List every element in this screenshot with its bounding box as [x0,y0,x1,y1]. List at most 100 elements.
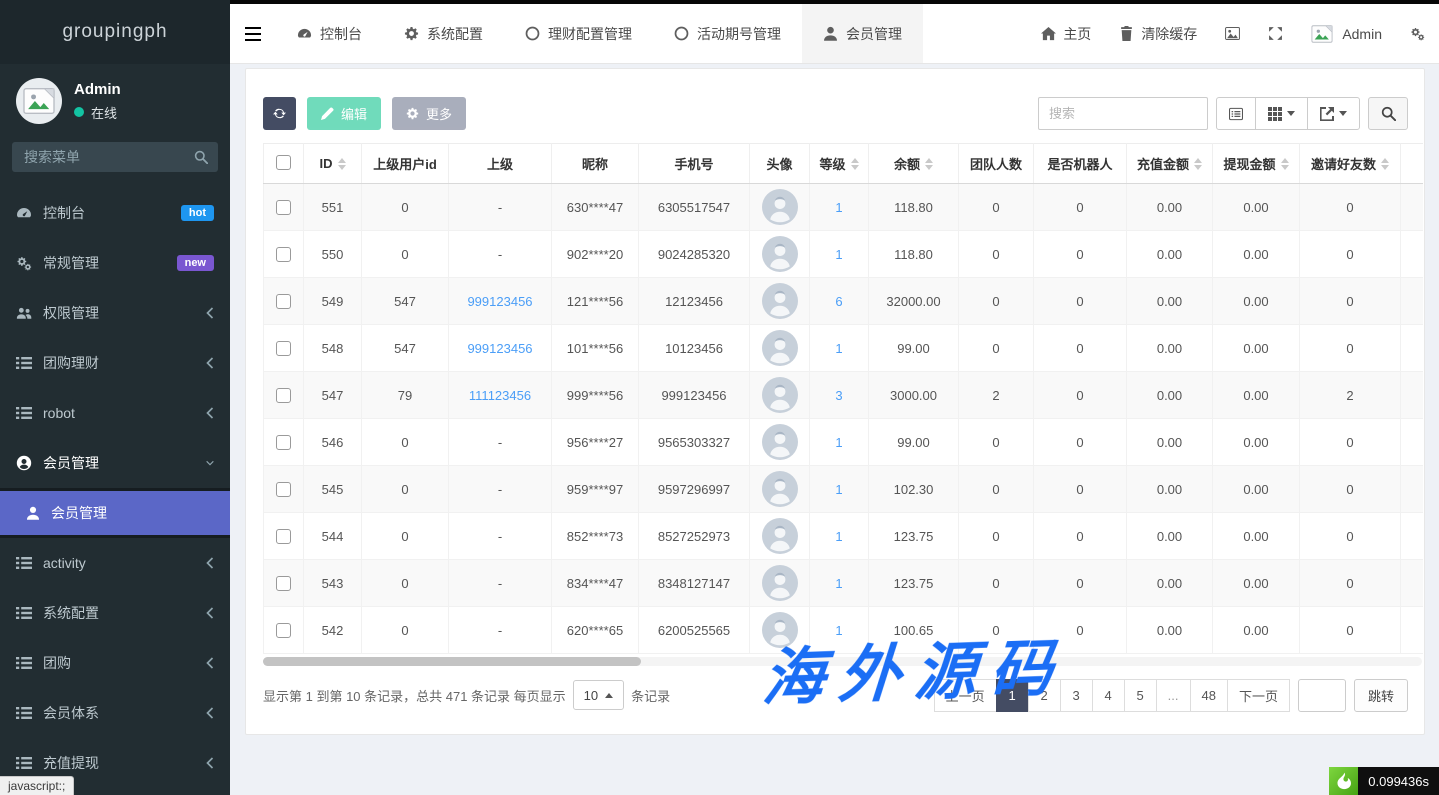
topnav-item-gears-icon[interactable] [1396,4,1439,63]
cell-extra [1401,419,1424,466]
debug-badge[interactable]: 0.099436s [1329,767,1439,795]
load-time: 0.099436s [1358,767,1439,795]
sort-icon[interactable] [1194,158,1202,170]
page-button-下一页[interactable]: 下一页 [1227,679,1290,712]
cell-pid: 0 [362,466,449,513]
sidebar-item-会员管理[interactable]: 会员管理 [0,438,230,488]
sort-icon[interactable] [851,158,859,170]
cell-link[interactable]: 999123456 [467,294,532,309]
scrollbar-thumb[interactable] [263,657,641,666]
row-checkbox[interactable] [276,576,291,591]
sort-icon[interactable] [1381,158,1389,170]
horizontal-scrollbar[interactable] [263,657,1422,666]
nav-tab-活动期号管理[interactable]: 活动期号管理 [653,4,802,63]
row-checkbox[interactable] [276,247,291,262]
cell-pid: 0 [362,419,449,466]
row-checkbox[interactable] [276,623,291,638]
user-status-label: 在线 [91,103,117,122]
page-button-4[interactable]: 4 [1092,679,1125,712]
search-button[interactable] [1368,97,1408,130]
row-checkbox[interactable] [276,529,291,544]
column-header-邀请好友数[interactable]: 邀请好友数 [1300,144,1401,184]
sort-icon[interactable] [925,158,933,170]
cell-avatar [750,560,810,607]
cell-link[interactable]: 1 [835,435,842,450]
hamburger-icon[interactable] [230,4,276,63]
sidebar-item-会员管理[interactable]: 会员管理 [0,488,230,538]
cell-link[interactable]: 1 [835,247,842,262]
row-checkbox[interactable] [276,294,291,309]
jump-button[interactable]: 跳转 [1354,679,1408,712]
column-header-提现金额[interactable]: 提现金额 [1213,144,1300,184]
cell-parent: 999123456 [449,278,552,325]
cell-invites: 0 [1300,560,1401,607]
topnav-item-清除缓存[interactable]: 清除缓存 [1105,4,1211,63]
row-checkbox[interactable] [276,341,291,356]
column-header-ID[interactable]: ID [304,144,362,184]
export-button[interactable] [1307,97,1360,130]
cell-withdraw: 0.00 [1213,419,1300,466]
sidebar-item-activity[interactable]: activity [0,538,230,588]
sidebar-item-robot[interactable]: robot [0,388,230,438]
cell-link[interactable]: 1 [835,529,842,544]
more-button[interactable]: 更多 [392,97,466,130]
sidebar-item-系统配置[interactable]: 系统配置 [0,588,230,638]
cell-link[interactable]: 3 [835,388,842,403]
nav-tab-理财配置管理[interactable]: 理财配置管理 [504,4,653,63]
column-header-余额[interactable]: 余额 [869,144,959,184]
cell-link[interactable]: 111123456 [469,388,531,403]
avatar [762,424,798,460]
cell-link[interactable]: 1 [835,482,842,497]
select-all-checkbox[interactable] [276,155,291,170]
sidebar-item-label: robot [43,405,75,421]
sidebar-search-input[interactable] [12,142,218,172]
cell-link[interactable]: 1 [835,341,842,356]
edit-button[interactable]: 编辑 [307,97,381,130]
row-checkbox[interactable] [276,200,291,215]
sidebar-item-常规管理[interactable]: 常规管理new [0,238,230,288]
cell-parent: 999123456 [449,325,552,372]
page-button-3[interactable]: 3 [1060,679,1093,712]
sort-icon[interactable] [338,158,346,170]
sidebar-item-权限管理[interactable]: 权限管理 [0,288,230,338]
cell-link[interactable]: 1 [835,576,842,591]
topnav-item-Admin[interactable]: Admin [1297,4,1396,63]
row-checkbox[interactable] [276,388,291,403]
page-button-1[interactable]: 1 [996,679,1029,712]
table-search-input[interactable] [1038,97,1208,130]
topnav-item-主页[interactable]: 主页 [1027,4,1105,63]
page-button-48[interactable]: 48 [1190,679,1228,712]
nav-tab-会员管理[interactable]: 会员管理 [802,4,923,63]
sort-icon[interactable] [1281,158,1289,170]
cell-phone: 999123456 [639,372,750,419]
nav-tab-控制台[interactable]: 控制台 [276,4,383,63]
nav-tab-系统配置[interactable]: 系统配置 [383,4,504,63]
page-button-5[interactable]: 5 [1124,679,1157,712]
row-checkbox[interactable] [276,435,291,450]
main-area: 控制台系统配置理财配置管理活动期号管理会员管理 主页清除缓存 Admin 编辑 更… [230,0,1439,795]
cell-link[interactable]: 1 [835,623,842,638]
column-header-充值金额[interactable]: 充值金额 [1127,144,1213,184]
image-icon [1225,26,1240,41]
avatar [762,283,798,319]
cell-link[interactable]: 999123456 [467,341,532,356]
columns-button[interactable] [1255,97,1308,130]
topnav-item-expand-icon[interactable] [1254,4,1297,63]
page-button-2[interactable]: 2 [1028,679,1061,712]
sidebar-item-控制台[interactable]: 控制台hot [0,188,230,238]
page-size-select[interactable]: 10 [573,680,624,710]
browser-status-tip: javascript:; [0,776,74,795]
row-checkbox[interactable] [276,482,291,497]
cell-link[interactable]: 6 [835,294,842,309]
jump-page-input[interactable] [1298,679,1346,712]
cell-link[interactable]: 1 [835,200,842,215]
sidebar-item-会员体系[interactable]: 会员体系 [0,688,230,738]
sidebar-item-团购[interactable]: 团购 [0,638,230,688]
detail-view-button[interactable] [1216,97,1256,130]
cell-level: 3 [810,372,869,419]
sidebar-item-团购理财[interactable]: 团购理财 [0,338,230,388]
column-header-等级[interactable]: 等级 [810,144,869,184]
refresh-button[interactable] [263,97,296,130]
topnav-item-image-icon[interactable] [1211,4,1254,63]
page-button-上一页[interactable]: 上一页 [934,679,997,712]
